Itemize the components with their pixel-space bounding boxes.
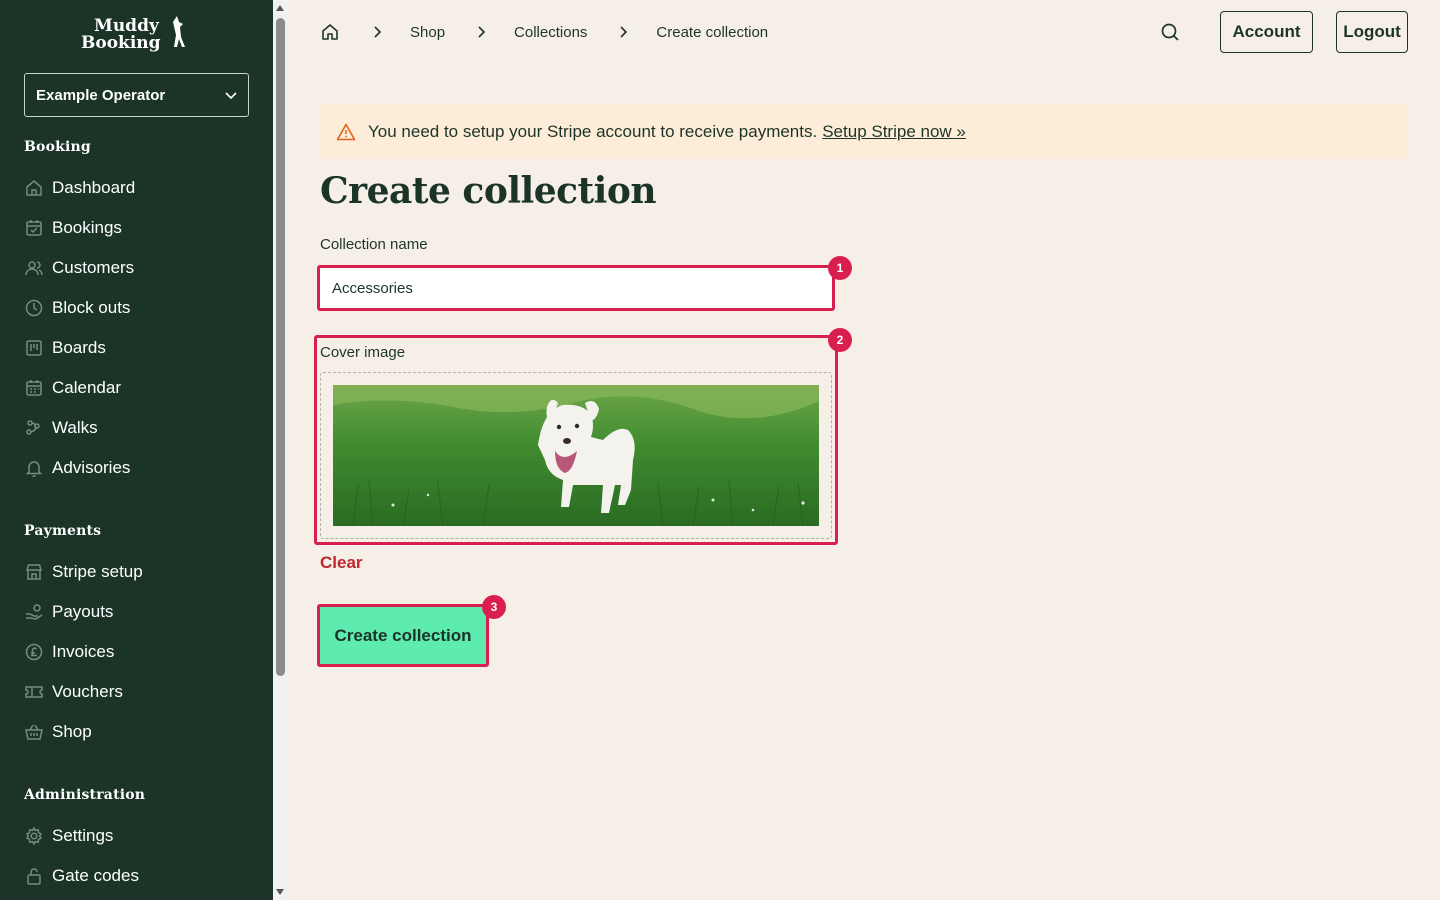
clock-icon: [25, 299, 43, 317]
sidebar-item-calendar[interactable]: Calendar: [24, 376, 121, 400]
logo-line-2: Booking: [81, 33, 161, 53]
store-icon: [25, 564, 43, 580]
search-icon[interactable]: [1159, 21, 1181, 43]
scroll-down-arrow[interactable]: [276, 889, 284, 895]
sidebar-item-label: Advisories: [52, 458, 131, 477]
sidebar-item-gate-codes[interactable]: Gate codes: [24, 864, 139, 888]
chevron-right-icon: [374, 26, 382, 38]
sidebar-item-label: Shop: [52, 722, 92, 741]
sidebar-item-label: Walks: [52, 418, 98, 437]
scroll-up-arrow[interactable]: [276, 5, 284, 11]
breadcrumb-create-collection[interactable]: Create collection: [656, 24, 768, 41]
sidebar-item-shop[interactable]: Shop: [24, 720, 92, 744]
users-icon: [25, 261, 43, 276]
chevron-right-icon: [620, 26, 628, 38]
sidebar-item-label: Block outs: [52, 298, 131, 317]
marker-badge-1: 1: [828, 256, 852, 280]
ticket-icon: [25, 686, 43, 698]
operator-select-value: Example Operator: [36, 86, 166, 104]
cover-image-label: Cover image: [320, 344, 406, 361]
clear-image-link[interactable]: Clear: [320, 553, 363, 573]
bell-icon: [25, 461, 43, 478]
banner-message: You need to setup your Stripe account to…: [368, 121, 818, 141]
section-title-administration: Administration: [24, 787, 146, 803]
sidebar-item-dashboard[interactable]: Dashboard: [24, 176, 135, 200]
sidebar-item-label: Bookings: [52, 218, 122, 237]
marker-badge-3: 3: [482, 595, 506, 619]
sidebar-item-settings[interactable]: Settings: [24, 824, 113, 848]
sidebar-item-label: Calendar: [52, 378, 121, 397]
sidebar-item-label: Vouchers: [52, 682, 123, 701]
paw-icon: [26, 420, 40, 435]
hand-coins-icon: [26, 604, 43, 620]
setup-stripe-link[interactable]: Setup Stripe now »: [822, 122, 966, 142]
cover-image-preview: [333, 385, 819, 526]
account-button[interactable]: Account: [1220, 11, 1313, 53]
sidebar-item-customers[interactable]: Customers: [24, 256, 134, 280]
sidebar-item-payouts[interactable]: Payouts: [24, 600, 113, 624]
operator-select[interactable]: Example Operator: [24, 73, 249, 117]
chevron-right-icon: [478, 26, 486, 38]
stripe-warning-banner: You need to setup your Stripe account to…: [320, 104, 1408, 159]
page-title: Create collection: [320, 170, 657, 212]
pound-icon: [25, 643, 43, 661]
warning-icon: [336, 123, 356, 140]
sidebar-item-label: Settings: [52, 826, 114, 845]
sidebar-item-bookings[interactable]: Bookings: [24, 216, 122, 240]
muddy-booking-logo[interactable]: Muddy Booking: [80, 14, 196, 54]
sidebar-item-label: Customers: [52, 258, 135, 277]
home-icon: [26, 180, 42, 196]
sidebar: Muddy Booking Example Operator Booking D…: [0, 0, 273, 900]
sidebar-item-boards[interactable]: Boards: [24, 336, 106, 360]
sidebar-item-walks[interactable]: Walks: [24, 416, 98, 440]
collection-name-label: Collection name: [320, 236, 428, 253]
breadcrumb-collections[interactable]: Collections: [514, 24, 587, 41]
lock-icon: [27, 868, 41, 885]
calendar-icon: [26, 380, 42, 396]
chevron-down-icon: [225, 92, 237, 100]
sidebar-item-vouchers[interactable]: Vouchers: [24, 680, 123, 704]
sidebar-item-stripe-setup[interactable]: Stripe setup: [24, 560, 143, 584]
calendar-check-icon: [26, 220, 42, 236]
marker-badge-2: 2: [828, 328, 852, 352]
collection-name-input[interactable]: Accessories: [317, 265, 835, 311]
logout-button[interactable]: Logout: [1336, 11, 1408, 53]
sidebar-item-label: Invoices: [52, 642, 115, 661]
sidebar-item-label: Dashboard: [52, 178, 136, 197]
sidebar-item-label: Payouts: [52, 602, 114, 621]
sidebar-scrollbar[interactable]: [273, 0, 288, 900]
scroll-thumb[interactable]: [276, 18, 285, 676]
home-icon[interactable]: [320, 22, 340, 42]
basket-icon: [25, 724, 43, 740]
sidebar-item-block-outs[interactable]: Block outs: [24, 296, 130, 320]
section-title-booking: Booking: [24, 139, 91, 155]
gear-icon: [25, 826, 43, 846]
breadcrumb-shop[interactable]: Shop: [410, 24, 445, 41]
create-collection-button[interactable]: Create collection: [317, 604, 489, 667]
breadcrumb: Shop Collections Create collection: [320, 20, 768, 44]
collection-name-value: Accessories: [332, 279, 413, 297]
section-title-payments: Payments: [24, 523, 102, 539]
sidebar-item-label: Stripe setup: [52, 562, 143, 581]
board-icon: [26, 340, 42, 356]
sidebar-item-label: Gate codes: [52, 866, 139, 885]
sidebar-item-label: Boards: [52, 338, 106, 357]
sidebar-item-advisories[interactable]: Advisories: [24, 456, 130, 480]
sidebar-item-invoices[interactable]: Invoices: [24, 640, 114, 664]
